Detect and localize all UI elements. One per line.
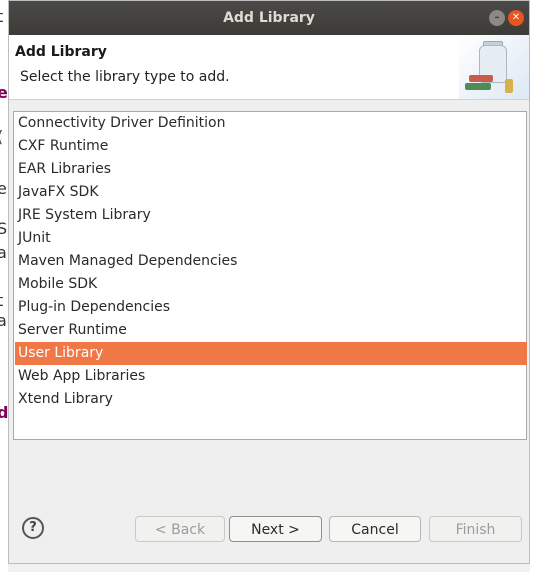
list-item[interactable]: User Library <box>15 342 527 365</box>
finish-button[interactable]: Finish <box>429 516 522 542</box>
library-type-list[interactable]: Connectivity Driver Definition CXF Runtim… <box>13 111 527 440</box>
list-item[interactable]: Plug-in Dependencies <box>15 296 527 319</box>
wizard-description: Select the library type to add. <box>20 69 230 85</box>
list-item[interactable]: JavaFX SDK <box>15 181 527 204</box>
list-item[interactable]: CXF Runtime <box>15 135 527 158</box>
background-editor-strip: t e ( e S a t a d <box>0 0 8 572</box>
list-item[interactable]: EAR Libraries <box>15 158 527 181</box>
list-item[interactable]: Xtend Library <box>15 388 527 411</box>
list-item[interactable]: Web App Libraries <box>15 365 527 388</box>
library-jar-icon <box>459 35 529 99</box>
list-item[interactable]: Mobile SDK <box>15 273 527 296</box>
background-editor-right <box>530 0 538 572</box>
help-icon[interactable]: ? <box>22 517 44 539</box>
add-library-dialog: Add Library – ✕ Add Library Select the l… <box>8 0 530 564</box>
list-item[interactable]: JRE System Library <box>15 204 527 227</box>
wizard-title: Add Library <box>15 44 107 60</box>
list-item[interactable]: Maven Managed Dependencies <box>15 250 527 273</box>
window-titlebar[interactable]: Add Library – ✕ <box>9 1 529 35</box>
window-title: Add Library <box>223 10 315 26</box>
close-icon[interactable]: ✕ <box>508 10 524 26</box>
wizard-header: Add Library Select the library type to a… <box>9 35 529 100</box>
next-button[interactable]: Next > <box>229 516 322 542</box>
list-item[interactable]: Connectivity Driver Definition <box>15 112 527 135</box>
minimize-icon[interactable]: – <box>489 10 505 26</box>
cancel-button[interactable]: Cancel <box>329 516 421 542</box>
list-item[interactable]: JUnit <box>15 227 527 250</box>
list-item[interactable]: Server Runtime <box>15 319 527 342</box>
back-button[interactable]: < Back <box>135 516 225 542</box>
